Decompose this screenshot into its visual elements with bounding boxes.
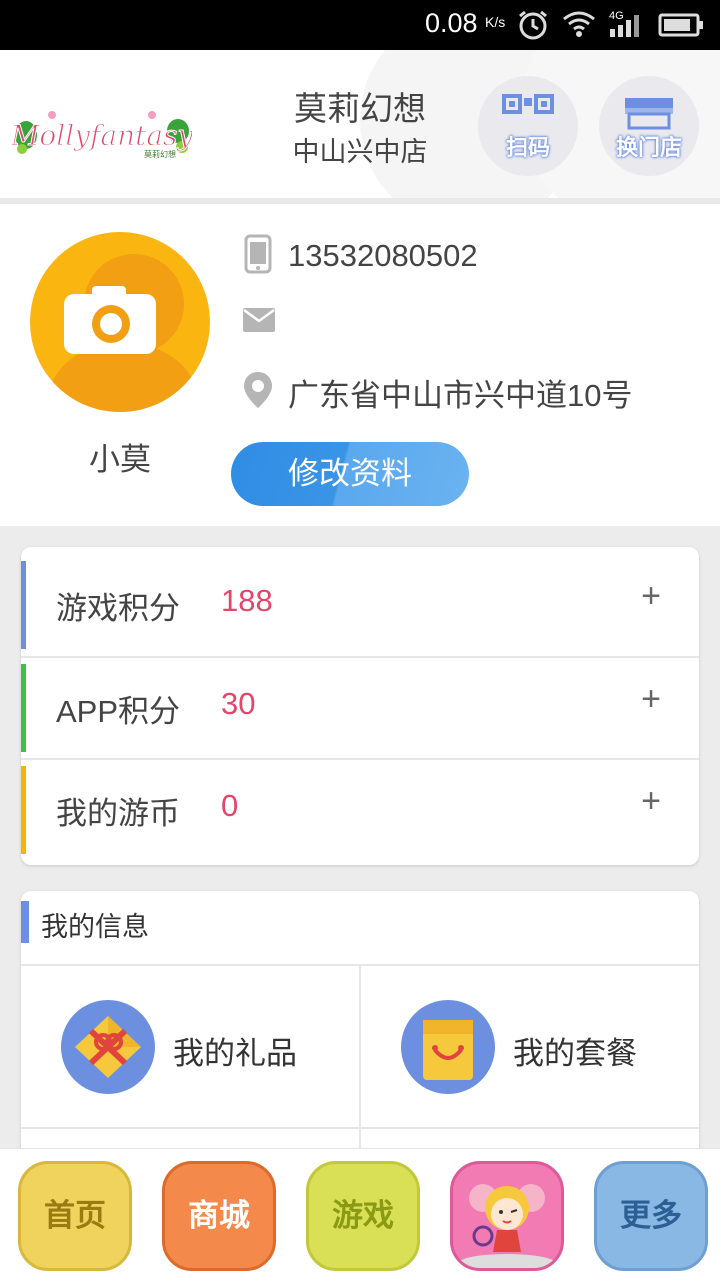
network-speed-unit: K/s [485,14,506,30]
points-label: 游戏积分 [56,591,180,626]
signal-icon [610,15,639,37]
nickname: 小莫 [89,442,151,478]
network-speed: 0.08 [425,8,478,38]
nav-home-button[interactable]: 首页 [18,1161,132,1271]
gift-icon [61,1000,155,1094]
points-value: 0 [221,788,239,823]
nav-label: 更多 [620,1198,682,1234]
section-accent-bar [21,901,29,943]
nav-label: 首页 [44,1198,106,1234]
points-value: 30 [221,686,256,721]
status-bar: 0.08 K/s 4G [0,0,720,50]
storefront-icon [625,98,673,130]
points-label: 我的游币 [56,796,180,831]
game-points-row[interactable]: 游戏积分 188 + [21,555,699,655]
edit-profile-button[interactable]: 修改资料 [231,442,469,506]
points-card: 游戏积分 188 + APP积分 30 + 我的游币 0 + [21,547,699,865]
scan-button[interactable]: 扫码 [478,76,578,176]
my-gifts-tile[interactable]: 我的礼品 [21,966,359,1128]
scan-label: 扫码 [505,136,550,161]
nav-label: 商城 [188,1198,250,1234]
row-accent-bar [21,664,26,752]
store-name: 莫莉幻想 [294,89,426,128]
wifi-icon [563,11,595,37]
points-label: APP积分 [56,694,181,729]
nav-games-button[interactable]: 游戏 [306,1161,420,1271]
phone-number: 13532080502 [288,238,478,273]
app-points-row[interactable]: APP积分 30 + [21,658,699,758]
nav-label: 游戏 [332,1198,394,1234]
switch-store-button[interactable]: 换门店 [599,76,699,176]
app-header: Mollyfantasy 莫莉幻想 莫莉幻想 中山兴中店 扫码 换门店 [0,50,720,198]
add-icon[interactable]: + [631,680,671,719]
shopping-bag-icon [401,1000,495,1094]
nav-profile-button[interactable] [450,1161,564,1271]
svg-text:Mollyfantasy: Mollyfantasy [12,119,192,152]
mollyfantasy-logo: Mollyfantasy 莫莉幻想 [9,105,195,165]
tile-label: 我的礼品 [173,1036,297,1072]
my-packages-tile[interactable]: 我的套餐 [361,966,699,1128]
phone-icon [244,234,272,274]
nav-mall-button[interactable]: 商城 [162,1161,276,1271]
qr-code-icon [502,94,554,114]
profile-section: 小莫 13532080502 广东省中山市兴中道10号 修改资料 [0,204,720,526]
points-value: 188 [221,583,273,618]
add-icon[interactable]: + [631,577,671,616]
mascot-icon [457,1184,557,1268]
row-accent-bar [21,561,26,649]
tile-label: 我的套餐 [513,1036,637,1072]
store-branch: 中山兴中店 [292,137,428,168]
camera-icon [64,286,156,354]
my-info-card: 我的信息 我的礼品 我的套餐 [21,891,699,1161]
email-icon [243,308,275,332]
row-accent-bar [21,766,26,854]
game-coins-row[interactable]: 我的游币 0 + [21,760,699,860]
section-title: 我的信息 [41,912,149,943]
address: 广东省中山市兴中道10号 [288,378,633,413]
alarm-icon [519,10,547,40]
add-icon[interactable]: + [631,782,671,821]
avatar[interactable] [30,232,210,412]
switch-store-label: 换门店 [615,136,682,161]
nav-more-button[interactable]: 更多 [594,1161,708,1271]
battery-icon [658,13,703,37]
location-pin-icon [244,372,272,408]
svg-text:莫莉幻想: 莫莉幻想 [144,149,176,159]
bottom-nav-bar: 首页 商城 游戏 更多 [0,1148,720,1281]
